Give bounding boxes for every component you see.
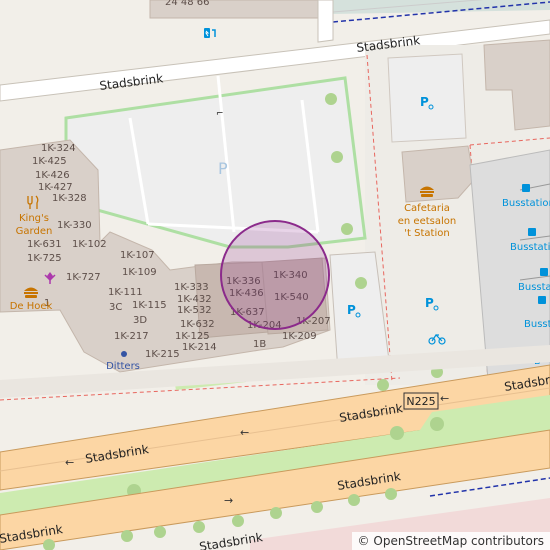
bus-stop-icon[interactable] bbox=[540, 268, 548, 276]
house-number: 1K-102 bbox=[72, 239, 107, 250]
route-shield-label: N225 bbox=[406, 395, 435, 408]
poi-cafetaria-label: Cafetaria bbox=[404, 203, 450, 214]
poi-busstation-label: Busstation bbox=[510, 242, 550, 253]
location-highlight-circle[interactable] bbox=[220, 220, 330, 330]
bus-stop-icon[interactable] bbox=[538, 296, 546, 304]
oneway-arrow-icon: ← bbox=[440, 392, 449, 405]
house-number: 1K-209 bbox=[282, 331, 317, 342]
oneway-arrow-icon: → bbox=[224, 494, 233, 507]
tree bbox=[377, 379, 389, 391]
house-number: 1K-426 bbox=[35, 170, 70, 181]
house-number: 1K-115 bbox=[132, 300, 167, 311]
parking-symbol: P bbox=[218, 159, 228, 178]
tree bbox=[311, 501, 323, 513]
poi-busstation-label: Busstation bbox=[502, 198, 550, 209]
house-number: 1K-214 bbox=[182, 342, 217, 353]
oneway-arrow-icon: ← bbox=[65, 456, 74, 469]
house-number: 1K-532 bbox=[177, 305, 212, 316]
tree bbox=[390, 426, 404, 440]
tree bbox=[355, 277, 367, 289]
bus-stop-icon[interactable] bbox=[522, 184, 530, 192]
copyright-symbol: © bbox=[357, 534, 370, 548]
map-canvas[interactable]: 24 48 66 P Cafetaria en eetsalon 't Stat… bbox=[0, 0, 550, 550]
house-number: 1K-328 bbox=[52, 193, 87, 204]
house-number-top: 24 48 66 bbox=[165, 0, 210, 8]
svg-text:P: P bbox=[420, 95, 429, 109]
tree bbox=[348, 494, 360, 506]
house-number: 1K-632 bbox=[180, 319, 215, 330]
house-number: 1K-333 bbox=[174, 282, 209, 293]
bus-stop-icon[interactable] bbox=[528, 228, 536, 236]
house-number: 1K-324 bbox=[41, 143, 76, 154]
poi-busstation-label: Busstation bbox=[518, 282, 550, 293]
house-number: 1K-425 bbox=[32, 156, 67, 167]
house-number: 1K-631 bbox=[27, 239, 62, 250]
tree bbox=[232, 515, 244, 527]
house-number: 1K-107 bbox=[120, 250, 155, 261]
house-number: 1B bbox=[253, 339, 266, 350]
house-number: 1K-727 bbox=[66, 272, 101, 283]
svg-text:P: P bbox=[347, 303, 356, 317]
poi-kings-garden-label: King's bbox=[19, 213, 49, 224]
poi-cafetaria-label: en eetsalon bbox=[398, 216, 456, 227]
house-number: 1K-725 bbox=[27, 253, 62, 264]
house-number: 1K-330 bbox=[57, 220, 92, 231]
house-number: 3C bbox=[109, 302, 122, 313]
tree bbox=[325, 93, 337, 105]
shop-icon[interactable] bbox=[121, 351, 127, 357]
tree bbox=[430, 417, 444, 431]
poi-cafetaria-label: 't Station bbox=[404, 228, 449, 239]
map-attribution[interactable]: © OpenStreetMap contributors bbox=[351, 532, 550, 550]
tree bbox=[193, 521, 205, 533]
tree bbox=[331, 151, 343, 163]
house-number: 1K-215 bbox=[145, 349, 180, 360]
poi-kings-garden-label: Garden bbox=[16, 226, 53, 237]
svg-text:P: P bbox=[425, 296, 434, 310]
entrance-marker: ⌐ bbox=[216, 109, 224, 119]
road-vertical bbox=[317, 0, 334, 43]
house-number: 1K-427 bbox=[38, 182, 73, 193]
attribution-text[interactable]: OpenStreetMap contributors bbox=[373, 534, 544, 548]
house-number: 1K-432 bbox=[177, 294, 212, 305]
poi-de-hoek-label: De Hoek bbox=[10, 301, 53, 312]
tree bbox=[385, 488, 397, 500]
house-number: 1K-125 bbox=[175, 331, 210, 342]
poi-busstation-label: Busst bbox=[524, 319, 550, 330]
oneway-arrow-icon: ← bbox=[240, 426, 249, 439]
tree bbox=[341, 223, 353, 235]
poi-ditters-label: Ditters bbox=[106, 361, 140, 372]
house-number: 1K-217 bbox=[114, 331, 149, 342]
house-number: 1K-111 bbox=[108, 287, 143, 298]
tree bbox=[270, 507, 282, 519]
tree bbox=[154, 526, 166, 538]
house-number: 1K-109 bbox=[122, 267, 157, 278]
house-number: 3D bbox=[133, 315, 147, 326]
tree bbox=[121, 530, 133, 542]
